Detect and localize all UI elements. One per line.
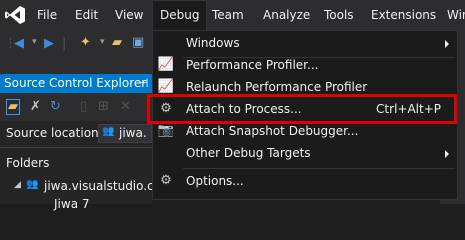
forward-icon[interactable]: ▶: [44, 36, 54, 51]
menu-team[interactable]: Team: [205, 0, 251, 30]
menu-file[interactable]: File: [30, 0, 64, 30]
refresh-icon[interactable]: ↻: [50, 99, 61, 114]
relaunch-profiler-icon: 📈: [157, 79, 175, 94]
menu-window[interactable]: Win: [440, 0, 465, 30]
source-location-label: Source location:: [6, 126, 103, 140]
pin-icon[interactable]: ⊣: [138, 74, 148, 93]
toolbar-separator: |: [62, 36, 67, 51]
back-dropdown-icon[interactable]: ▾: [32, 37, 37, 47]
menu-tools[interactable]: Tools: [317, 0, 361, 30]
attach-process-icon: ⚙: [160, 101, 172, 116]
menu-item-label: Other Debug Targets: [186, 146, 311, 160]
server-icon: 👥: [26, 179, 39, 190]
menu-item-attach-to-process[interactable]: ⚙ Attach to Process... Ctrl+Alt+P: [153, 98, 457, 120]
menu-item-options[interactable]: ⚙ Options...: [153, 170, 457, 192]
menu-item-label: Performance Profiler...: [186, 58, 319, 72]
menu-item-other-debug-targets[interactable]: Other Debug Targets: [153, 142, 457, 164]
panel-toolbar: ▰ ✗ ↻ ▯ ⊞ ✕: [0, 93, 152, 121]
folder-tree: ◢ 👥 jiwa.visualstudio.co Jiwa 7: [0, 177, 161, 211]
folders-label: Folders: [6, 156, 50, 170]
snapshot-debugger-icon: 📷: [157, 123, 175, 138]
menu-item-attach-snapshot-debugger[interactable]: 📷 Attach Snapshot Debugger...: [153, 120, 457, 142]
save-icon[interactable]: ▣: [132, 35, 144, 50]
folders-header: Folders: [0, 147, 152, 177]
menu-item-windows[interactable]: Windows: [153, 32, 457, 54]
new-dropdown-icon[interactable]: ▾: [100, 37, 105, 47]
disabled-delete-icon[interactable]: ✕: [120, 99, 131, 114]
menu-item-label: Attach to Process...: [186, 102, 302, 116]
disabled-action-icon[interactable]: ▯: [80, 99, 87, 114]
menu-item-label: Attach Snapshot Debugger...: [186, 124, 359, 138]
disabled-add-icon[interactable]: ⊞: [98, 99, 109, 114]
visual-studio-logo-icon: [5, 6, 25, 24]
menu-edit[interactable]: Edit: [68, 0, 105, 30]
menu-bar: File Edit View Debug Team Analyze Tools …: [0, 0, 465, 31]
source-location-value: jiwa.: [119, 126, 147, 140]
menu-item-label: Relaunch Performance Profiler: [186, 80, 368, 94]
tree-root-label[interactable]: jiwa.visualstudio.co: [44, 179, 161, 193]
menu-item-relaunch-profiler[interactable]: 📈 Relaunch Performance Profiler: [153, 76, 457, 98]
menu-item-performance-profiler[interactable]: 📈 Performance Profiler...: [153, 54, 457, 76]
source-location-dropdown[interactable]: 👥 jiwa.: [98, 124, 152, 143]
menu-item-shortcut: Ctrl+Alt+P: [376, 102, 441, 116]
submenu-arrow-icon: [445, 40, 449, 48]
menu-extensions[interactable]: Extensions: [364, 0, 443, 30]
gear-icon: ⚙: [160, 173, 172, 188]
menu-item-label: Options...: [186, 174, 244, 188]
user-icon: 👥: [102, 126, 115, 137]
back-icon[interactable]: ◀: [14, 36, 24, 51]
performance-profiler-icon: 📈: [157, 57, 175, 72]
source-location-row: Source location: 👥 jiwa.: [0, 121, 152, 147]
open-folder-icon[interactable]: ▰: [112, 35, 122, 50]
menu-debug[interactable]: Debug: [152, 0, 208, 31]
remove-icon[interactable]: ✗: [30, 99, 41, 114]
debug-menu-dropdown: Windows 📈 Performance Profiler... 📈 Rela…: [152, 30, 458, 200]
tree-child-label[interactable]: Jiwa 7: [54, 197, 90, 211]
source-control-explorer-tab[interactable]: Source Control Explorer ⊣: [0, 74, 152, 93]
panel-title: Source Control Explorer: [4, 76, 147, 90]
folder-icon[interactable]: ▰: [6, 99, 20, 115]
menu-separator: [183, 168, 455, 169]
menu-view[interactable]: View: [108, 0, 150, 30]
submenu-arrow-icon: [445, 150, 449, 158]
menu-analyze[interactable]: Analyze: [256, 0, 317, 30]
expand-icon[interactable]: ◢: [14, 180, 21, 190]
new-project-icon[interactable]: ✦: [80, 35, 91, 50]
menu-item-label: Windows: [186, 36, 240, 50]
